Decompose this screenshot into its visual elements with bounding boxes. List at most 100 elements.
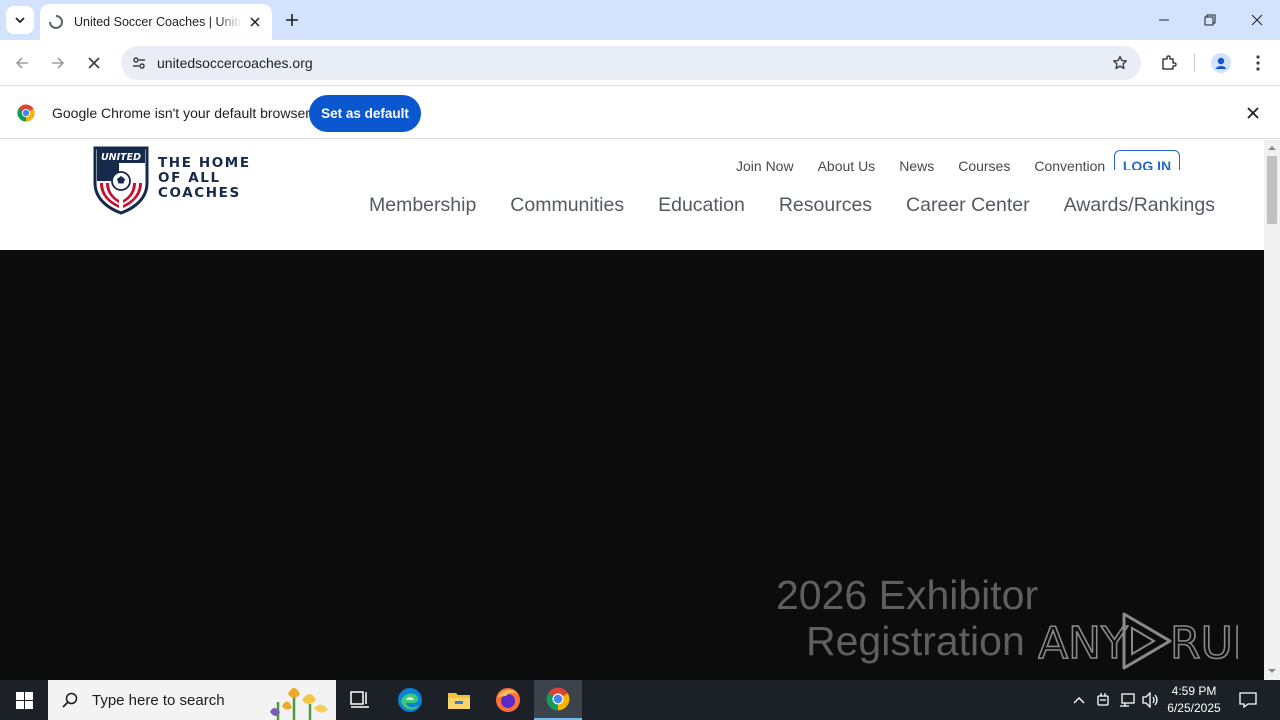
nav-link-convention[interactable]: Convention (1034, 151, 1105, 171)
firefox-icon (496, 688, 520, 712)
united-soccer-coaches-logo[interactable]: UNITED (92, 145, 150, 215)
scrollbar-thumb[interactable] (1267, 156, 1277, 224)
chrome-taskbar-button[interactable] (534, 680, 582, 720)
nav-link-courses[interactable]: Courses (958, 151, 1010, 171)
url-text: unitedsoccercoaches.org (157, 55, 313, 71)
scroll-down-arrow-icon[interactable] (1268, 667, 1276, 675)
tagline-line: OF ALL (158, 170, 221, 186)
bookmark-star-icon[interactable] (1109, 52, 1131, 74)
site-header: UNITED THE HOME OF ALL COACHES Join Now … (0, 140, 1264, 250)
tab-strip: United Soccer Coaches | Uniting the Socc… (0, 0, 1280, 40)
folder-icon (448, 693, 470, 709)
windows-taskbar: Type here to search 4:59 PM 6/25/2025 (0, 680, 1280, 720)
login-button-wrapper: LOG IN (1110, 150, 1184, 170)
puzzle-icon (1162, 55, 1177, 70)
chrome-icon (546, 687, 570, 711)
speaker-icon (1142, 692, 1158, 708)
restore-icon (1204, 14, 1216, 26)
show-hidden-icons-button[interactable] (1068, 680, 1090, 720)
search-icon (62, 692, 78, 708)
toolbar-divider (1194, 54, 1195, 72)
profile-button[interactable] (1207, 49, 1235, 77)
minimize-button[interactable] (1141, 0, 1187, 40)
notification-icon (1239, 692, 1257, 708)
loading-favicon-icon (48, 14, 64, 30)
nav-link-about-us[interactable]: About Us (818, 151, 876, 171)
windows-logo-icon (15, 691, 33, 709)
scroll-up-arrow-icon[interactable] (1268, 144, 1276, 152)
search-placeholder: Type here to search (92, 691, 225, 709)
edge-icon (398, 688, 422, 712)
arrow-left-icon (15, 57, 28, 69)
watermark-text-left: ANY (1038, 618, 1128, 669)
page-scrollbar[interactable] (1264, 140, 1280, 680)
nav-item-membership[interactable]: Membership (369, 194, 476, 217)
nav-item-awards-rankings[interactable]: Awards/Rankings (1064, 194, 1215, 217)
infobar-close-icon[interactable] (1243, 103, 1263, 123)
hero-heading: 2026 Exhibitor Registration (776, 572, 1038, 664)
stop-loading-button[interactable] (80, 49, 108, 77)
task-view-button[interactable] (336, 680, 384, 720)
site-info-icon[interactable] (127, 51, 151, 75)
tab-search-button[interactable] (6, 6, 34, 34)
infobar-message: Google Chrome isn't your default browser (52, 105, 310, 121)
start-button[interactable] (0, 680, 48, 720)
address-bar[interactable]: unitedsoccercoaches.org (121, 46, 1141, 80)
main-nav: Membership Communities Education Resourc… (369, 194, 1249, 217)
browser-toolbar: unitedsoccercoaches.org (0, 40, 1280, 86)
volume-tray-button[interactable] (1140, 680, 1162, 720)
nav-link-join-now[interactable]: Join Now (736, 151, 794, 171)
nav-item-education[interactable]: Education (658, 194, 745, 217)
usb-device-icon (1097, 693, 1109, 706)
default-browser-infobar: Google Chrome isn't your default browser… (0, 87, 1280, 139)
device-tray-button[interactable] (1092, 680, 1114, 720)
hero-line-1: 2026 Exhibitor (776, 572, 1039, 618)
tagline-line: THE HOME (158, 155, 251, 171)
firefox-taskbar-button[interactable] (484, 680, 532, 720)
restore-button[interactable] (1187, 0, 1233, 40)
browser-tab-active[interactable]: United Soccer Coaches | Uniting the Socc… (40, 4, 272, 40)
close-icon (88, 57, 100, 69)
taskbar-clock[interactable]: 4:59 PM 6/25/2025 (1160, 683, 1228, 717)
new-tab-button[interactable] (280, 8, 304, 32)
plus-icon (286, 14, 298, 26)
network-icon (1120, 693, 1135, 707)
edge-taskbar-button[interactable] (386, 680, 434, 720)
web-page: UNITED THE HOME OF ALL COACHES Join Now … (0, 140, 1264, 680)
taskbar-search-box[interactable]: Type here to search (48, 680, 336, 720)
arrow-right-icon (52, 57, 65, 69)
nav-item-resources[interactable]: Resources (779, 194, 872, 217)
tagline-line: COACHES (158, 185, 241, 201)
file-explorer-taskbar-button[interactable] (435, 680, 483, 720)
back-button[interactable] (8, 49, 36, 77)
forward-button[interactable] (44, 49, 72, 77)
minimize-icon (1159, 19, 1169, 21)
watermark-text-right: RUN (1170, 618, 1238, 669)
network-tray-button[interactable] (1116, 680, 1138, 720)
clock-time: 4:59 PM (1171, 684, 1217, 698)
nav-link-news[interactable]: News (899, 151, 934, 171)
tulip-flowers-icon (270, 688, 328, 720)
set-as-default-button[interactable]: Set as default (309, 95, 421, 132)
task-view-icon (350, 691, 369, 708)
chevron-up-icon (1073, 697, 1085, 704)
login-button[interactable]: LOG IN (1114, 150, 1180, 170)
site-tagline: THE HOME OF ALL COACHES (158, 156, 251, 201)
clock-date: 6/25/2025 (1167, 701, 1221, 715)
close-window-button[interactable] (1234, 0, 1280, 40)
extensions-button[interactable] (1155, 49, 1183, 77)
person-icon (1211, 53, 1231, 73)
anyrun-watermark-logo: ANY RUN (1038, 612, 1238, 670)
hero-line-2: Registration (806, 618, 1025, 664)
action-center-button[interactable] (1234, 680, 1262, 720)
more-vertical-icon (1256, 55, 1260, 71)
chevron-down-icon (15, 17, 25, 24)
tab-close-icon[interactable] (246, 13, 264, 31)
utility-nav: Join Now About Us News Courses Conventio… (736, 151, 1129, 171)
chrome-logo-icon (17, 104, 35, 122)
close-icon (1251, 14, 1263, 26)
chrome-menu-button[interactable] (1244, 49, 1272, 77)
nav-item-career-center[interactable]: Career Center (906, 194, 1030, 217)
nav-item-communities[interactable]: Communities (510, 194, 624, 217)
svg-text:UNITED: UNITED (101, 152, 141, 163)
